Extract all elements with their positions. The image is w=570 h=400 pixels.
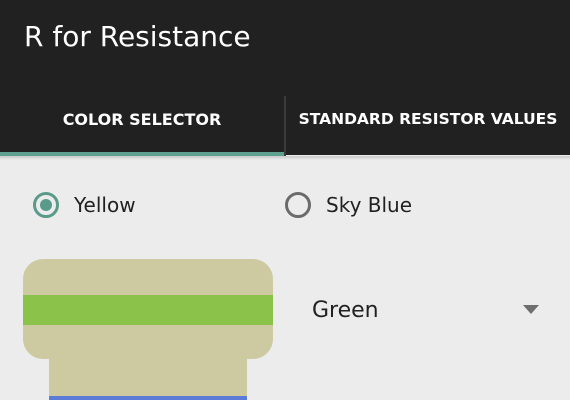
radio-sky-blue[interactable]: Sky Blue <box>285 192 412 218</box>
app-bar-shadow <box>0 156 570 160</box>
tab-label: STANDARD RESISTOR VALUES <box>298 110 558 128</box>
resistor-stem <box>49 359 247 400</box>
dropdown-triangle-icon[interactable] <box>523 305 539 314</box>
tab-standard-resistor-values[interactable]: STANDARD RESISTOR VALUES <box>286 96 570 142</box>
resistor-band-green <box>23 295 273 325</box>
spinner-value: Green <box>312 297 379 323</box>
app-title: R for Resistance <box>24 20 251 53</box>
tab-label: COLOR SELECTOR <box>62 109 222 129</box>
radio-unchecked-icon[interactable] <box>285 192 311 218</box>
radio-dot <box>40 199 52 211</box>
radio-label-yellow: Yellow <box>74 193 136 217</box>
resistor-body <box>23 259 273 359</box>
radio-label-sky-blue: Sky Blue <box>326 193 413 217</box>
app-window: R for Resistance COLOR SELECTOR STANDARD… <box>0 0 570 400</box>
radio-checked-icon[interactable] <box>33 192 59 218</box>
app-bar: R for Resistance COLOR SELECTOR STANDARD… <box>0 0 570 156</box>
band-color-spinner[interactable]: Green <box>296 286 556 334</box>
resistor-band-blue <box>49 396 247 400</box>
tab-color-selector[interactable]: COLOR SELECTOR <box>0 96 284 142</box>
radio-yellow[interactable]: Yellow <box>33 192 136 218</box>
